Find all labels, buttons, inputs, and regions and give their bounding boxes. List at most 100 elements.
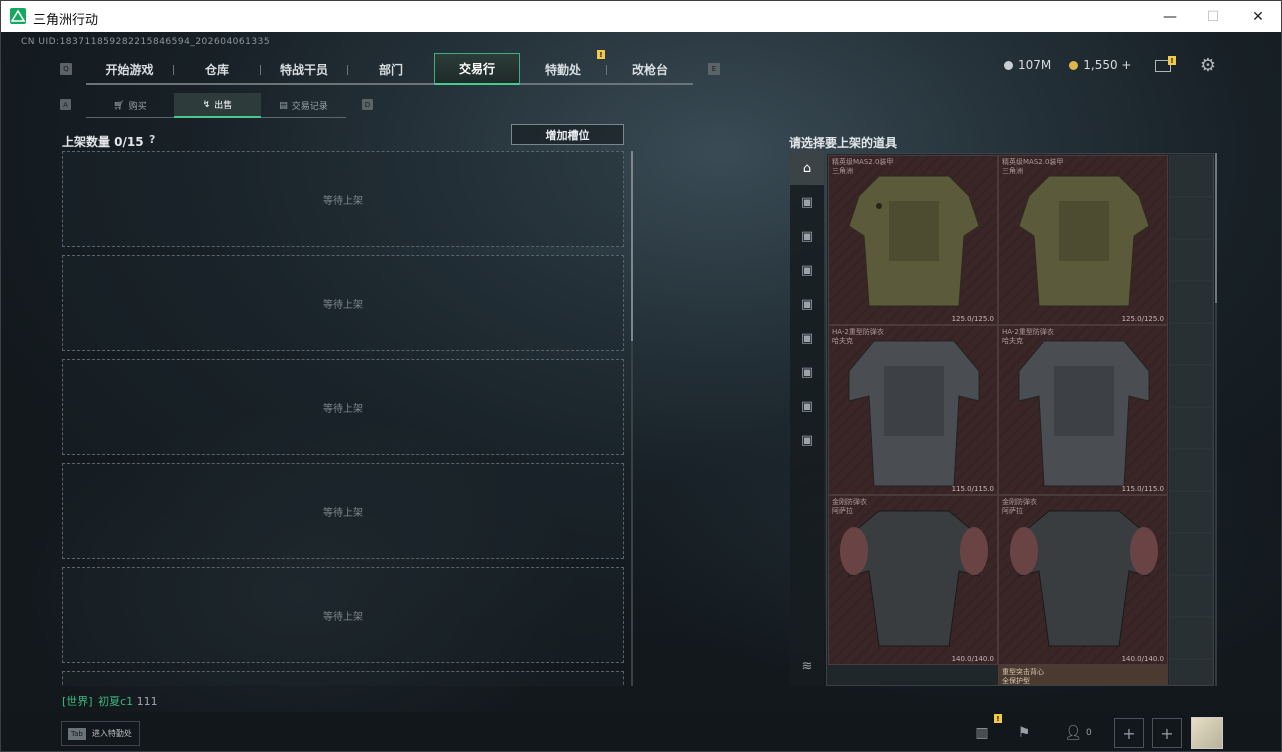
tab-history-label: 交易记录 — [291, 102, 328, 112]
tab-warehouse[interactable]: 仓库 — [174, 53, 260, 85]
minimize-button[interactable]: — — [1147, 1, 1193, 32]
enter-special-ops-label: 进入特勤处 — [91, 729, 132, 738]
maximize-button[interactable]: ☐ — [1190, 1, 1236, 32]
listing-slot[interactable]: 等待上架 — [62, 567, 624, 663]
help-icon[interactable]: ? — [149, 133, 155, 146]
armor-olive-image — [848, 175, 980, 307]
gear-icon[interactable]: ⚙ — [1198, 56, 1218, 76]
empty-cell — [1169, 155, 1213, 197]
add-teammate-button[interactable]: + — [1114, 718, 1144, 748]
listing-slot[interactable]: 等待上架 — [62, 463, 624, 559]
enter-special-ops-button[interactable]: Tab 进入特勤处 — [61, 721, 140, 746]
item-card[interactable]: 精英级MAS2.0装甲 三角洲 125.0/125.0 — [998, 155, 1168, 325]
friends-button[interactable]: 👤︎ 0 — [1061, 718, 1095, 748]
empty-cell — [1169, 239, 1213, 281]
tab-special-ops[interactable]: 特勤处 — [520, 53, 606, 85]
slot-scrollbar-thumb[interactable] — [631, 151, 633, 341]
backpack-category-icon[interactable]: ▣ — [790, 253, 824, 287]
chest-rig-category-icon[interactable]: ▣ — [790, 219, 824, 253]
chat-message: 111 — [136, 695, 158, 708]
tab-sell[interactable]: ↯ 出售 — [174, 93, 261, 118]
item-durability: 125.0/125.0 — [951, 315, 994, 323]
tab-key-hint: Tab — [68, 727, 86, 740]
armor-dark-image — [1010, 510, 1158, 647]
empty-cell — [1169, 533, 1213, 575]
silver-amount: 107M — [1018, 58, 1052, 72]
key-category-icon[interactable]: ▣ — [790, 389, 824, 423]
item-card[interactable]: 金刚防弹衣 阿萨拉 140.0/140.0 — [998, 495, 1168, 665]
listing-slot[interactable]: 等待上架 — [62, 151, 624, 247]
armor-olive-image — [1018, 175, 1150, 307]
item-durability: 140.0/140.0 — [1121, 655, 1164, 663]
armor-gray-image — [1018, 340, 1150, 487]
tab-buy-label: 购买 — [128, 102, 147, 112]
category-column: ⌂ ▣ ▣ ▣ ▣ ▣ ▣ ▣ ▣ ≋ — [790, 151, 824, 686]
sub-nav: 🛒︎ 购买 ↯ 出售 ▤ 交易记录 — [86, 93, 346, 118]
chat-channel: [世界] — [62, 695, 93, 708]
add-slot-button[interactable]: 增加槽位 — [511, 124, 624, 145]
close-button[interactable]: ✕ — [1235, 1, 1281, 32]
misc-category-icon[interactable]: ▣ — [790, 423, 824, 457]
ammo-category-icon[interactable]: ▣ — [790, 321, 824, 355]
item-card[interactable]: 金刚防弹衣 阿萨拉 140.0/140.0 — [828, 495, 998, 665]
gold-amount[interactable]: 1,550 + — [1083, 58, 1131, 72]
item-grid: 精英级MAS2.0装甲 三角洲 125.0/125.0 精英级MAS2.0装甲 三角… — [826, 153, 1214, 686]
listing-slot-list: 等待上架 等待上架 等待上架 等待上架 等待上架 — [62, 151, 624, 686]
tab-operators[interactable]: 特战干员 — [261, 53, 347, 85]
friends-icon: 👤︎ — [1064, 725, 1083, 741]
tab-gunsmith[interactable]: 改枪台 — [607, 53, 693, 85]
tab-history[interactable]: ▤ 交易记录 — [261, 93, 346, 118]
weapon-category-icon[interactable]: ▣ — [790, 287, 824, 321]
listing-slot[interactable]: 等待上架 — [62, 359, 624, 455]
sell-icon: ↯ — [202, 99, 211, 110]
empty-cell — [1169, 197, 1213, 239]
listing-slot[interactable]: 等待上架 — [62, 255, 624, 351]
armor-gray-image — [848, 340, 980, 487]
item-durability: 115.0/115.0 — [1121, 485, 1164, 493]
avatar[interactable] — [1191, 717, 1223, 749]
tab-sell-label: 出售 — [214, 101, 233, 111]
stats-icon[interactable]: ▥ — [967, 718, 997, 748]
silver-coin-icon — [1004, 60, 1013, 70]
history-icon: ▤ — [279, 100, 288, 111]
empty-cell — [1169, 491, 1213, 533]
item-card[interactable]: 精英级MAS2.0装甲 三角洲 125.0/125.0 — [828, 155, 998, 325]
nav-left-key-hint: Q — [60, 63, 72, 75]
layers-icon[interactable]: ≋ — [790, 649, 824, 683]
title-bar: 三角洲行动 — ☐ ✕ — [1, 1, 1281, 32]
stats-alert-icon: ! — [994, 714, 1002, 723]
medical-category-icon[interactable]: ▣ — [790, 355, 824, 389]
listing-slot-partial[interactable] — [62, 671, 624, 686]
tab-department[interactable]: 部门 — [348, 53, 434, 85]
armor-category-icon[interactable]: ▣ — [790, 185, 824, 219]
item-durability: 115.0/115.0 — [951, 485, 994, 493]
currency-display: 107M 1,550 + — [1004, 58, 1132, 72]
uid-label: CN UID:1837118592822158465​94_2026040613… — [21, 37, 271, 47]
tab-trading[interactable]: 交易行 — [434, 53, 520, 85]
empty-cell — [1169, 407, 1213, 449]
item-durability: 140.0/140.0 — [951, 655, 994, 663]
tab-buy[interactable]: 🛒︎ 购买 — [86, 93, 174, 118]
app-logo-icon — [10, 8, 26, 24]
empty-cell — [1169, 281, 1213, 323]
item-card-peek[interactable]: 重型突击背心 全保护型 — [998, 665, 1168, 685]
item-card[interactable]: HA-2重型防弹衣 哈夫克 115.0/115.0 — [998, 325, 1168, 495]
helmet-category-icon[interactable]: ⌂ — [790, 151, 824, 185]
listing-count-title: 上架数量 0/15 — [62, 135, 144, 149]
empty-cell — [1169, 323, 1213, 365]
chat-line[interactable]: [世界] 初夏c1 111 — [62, 693, 158, 709]
grid-scrollbar-thumb[interactable] — [1215, 153, 1217, 303]
armor-dark-image — [840, 510, 988, 647]
add-teammate-button[interactable]: + — [1152, 718, 1182, 748]
item-name: 重型突击背心 全保护型 — [1002, 668, 1044, 685]
item-card[interactable]: HA-2重型防弹衣 哈夫克 115.0/115.0 — [828, 325, 998, 495]
special-ops-alert-icon: ! — [597, 50, 605, 59]
flag-icon[interactable]: ⚑ — [1009, 718, 1039, 748]
subnav-left-key-hint: A — [60, 99, 71, 110]
gold-coin-icon — [1069, 60, 1079, 70]
friends-count: 0 — [1086, 728, 1092, 738]
empty-cell — [1169, 449, 1213, 491]
empty-cell — [1169, 617, 1213, 659]
subnav-right-key-hint: D — [362, 99, 373, 110]
tab-start-game[interactable]: 开始游戏 — [86, 53, 173, 85]
